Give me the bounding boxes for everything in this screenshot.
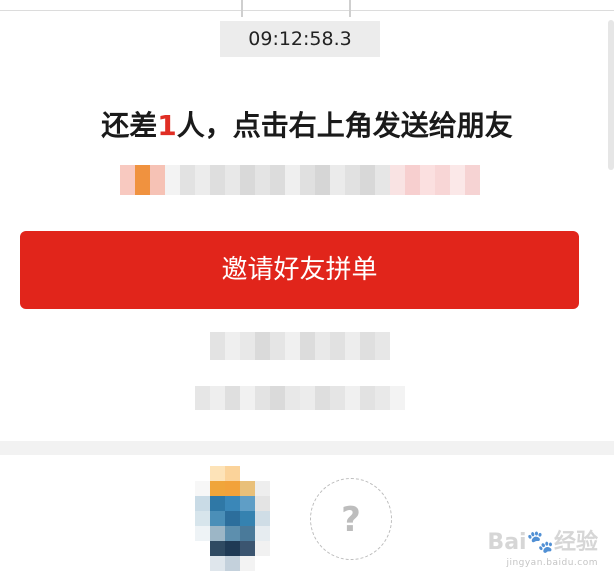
pixelated-info-line-3 — [195, 386, 405, 410]
watermark-brand: Bai — [487, 530, 527, 555]
remaining-people-headline: 还差1人，点击右上角发送给朋友 — [20, 104, 594, 144]
headline-suffix: 人，点击右上角发送给朋友 — [176, 109, 513, 142]
watermark-brand-cn: 经验 — [553, 530, 598, 555]
top-border — [0, 0, 614, 11]
pixelated-info-line-1 — [120, 165, 480, 195]
pixelated-info-line-2 — [210, 332, 390, 360]
leader-avatar — [195, 466, 285, 571]
question-mark-icon: ? — [341, 500, 361, 540]
watermark: Bai🐾经验 jingyan.baidu.com — [487, 530, 598, 573]
baidu-paw-icon: 🐾 — [526, 530, 554, 555]
group-buy-page: 09:12:58.3 还差1人，点击右上角发送给朋友 邀请好友拼单 ? Bai🐾… — [0, 0, 614, 587]
timer-hanger-right — [349, 0, 351, 17]
scrollbar[interactable] — [608, 20, 614, 170]
section-divider — [0, 441, 614, 455]
timer-hanger-left — [241, 0, 243, 17]
remaining-count: 1 — [157, 109, 177, 142]
countdown-timer: 09:12:58.3 — [220, 21, 380, 57]
watermark-site: jingyan.baidu.com — [506, 558, 598, 568]
headline-prefix: 还差 — [101, 109, 158, 142]
empty-slot-avatar: ? — [310, 478, 392, 560]
invite-friends-button[interactable]: 邀请好友拼单 — [20, 231, 579, 309]
